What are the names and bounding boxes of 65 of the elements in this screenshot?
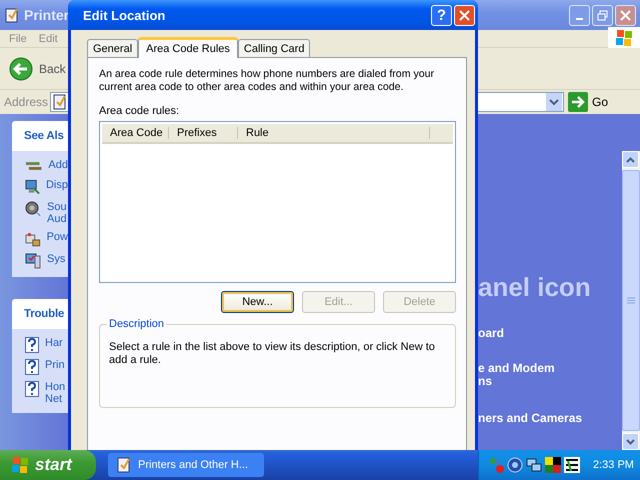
power-icon [25,231,41,247]
minimize-icon [576,18,583,20]
panel-heading: See Als [12,121,68,151]
computer-icon [25,253,41,269]
rules-list[interactable]: Area Code Prefixes Rule [99,121,456,283]
dropdown-icon[interactable] [546,93,562,111]
help-button[interactable]: ? [431,4,452,26]
scroll-up-icon[interactable] [626,156,635,162]
network-icon [25,159,42,173]
category-link[interactable]: oard [478,327,622,340]
category-link[interactable]: ners and Cameras [478,412,622,425]
scroll-down-icon[interactable] [626,438,635,444]
windows-logo-icon [10,456,30,474]
dialog-button[interactable]: New... [221,291,294,313]
minimize-button[interactable] [569,4,590,26]
scrollbar[interactable] [622,151,640,450]
tab[interactable]: General [87,39,138,57]
monitor-icon [25,179,40,195]
page-heading: anel icon [478,272,592,303]
restore-icon [597,10,608,20]
task-link[interactable]: Prin [45,359,65,371]
task-link[interactable]: Pow [46,231,68,243]
back-button[interactable]: Back [9,56,66,80]
address-label: Address [4,95,46,109]
list-label: Area code rules: [99,105,180,117]
task-link[interactable]: Sys [47,253,66,265]
app-icon[interactable] [564,457,580,473]
close-icon [459,10,470,20]
speaker-icon [25,201,41,217]
network-icon[interactable] [526,457,542,473]
start-button[interactable]: start [0,450,96,480]
column-header[interactable]: Rule [238,127,430,139]
task-link[interactable]: Har [45,337,63,349]
folder-icon [52,94,68,110]
task-link[interactable]: Sou Aud [47,201,67,225]
help-page-icon [25,337,39,353]
column-header[interactable]: Prefixes [169,127,238,139]
menu-item[interactable]: Edit [38,32,58,44]
task-link[interactable]: Add [48,159,68,171]
description-text: Select a rule in the list above to view its description, or click New to add a rule. [109,341,436,367]
help-page-icon [25,359,39,375]
go-button[interactable]: Go [568,92,636,112]
grip-icon [627,296,635,304]
tab[interactable]: Calling Card [238,39,310,57]
task-link[interactable]: Hon Net [45,381,66,405]
clock: 2:33 PM [593,459,634,471]
intro-text: An area code rule determines how phone numbers are dialed from your current area code to other area codes and within your area code. [99,68,436,94]
colored-squares-icon[interactable] [545,457,561,473]
windows-logo-icon [608,27,640,48]
column-header[interactable]: Area Code [102,127,169,139]
restore-button[interactable] [592,4,613,26]
menu-item[interactable]: File [9,32,27,44]
printer-folder-icon [4,7,20,23]
task-link[interactable]: Disp [46,179,68,191]
window-title: Printer [24,7,70,23]
folder-icon [116,457,132,473]
close-button[interactable] [615,4,636,26]
help-page-icon [25,381,39,397]
category-link[interactable]: e and Modem ns [478,362,622,388]
dialog-title: Edit Location [83,8,166,22]
close-icon [620,10,631,20]
group-title: Description [107,318,166,330]
tab[interactable]: Area Code Rules [138,37,238,58]
taskbar-button[interactable]: Printers and Other H... [108,453,264,477]
panel-heading: Trouble [12,299,68,329]
